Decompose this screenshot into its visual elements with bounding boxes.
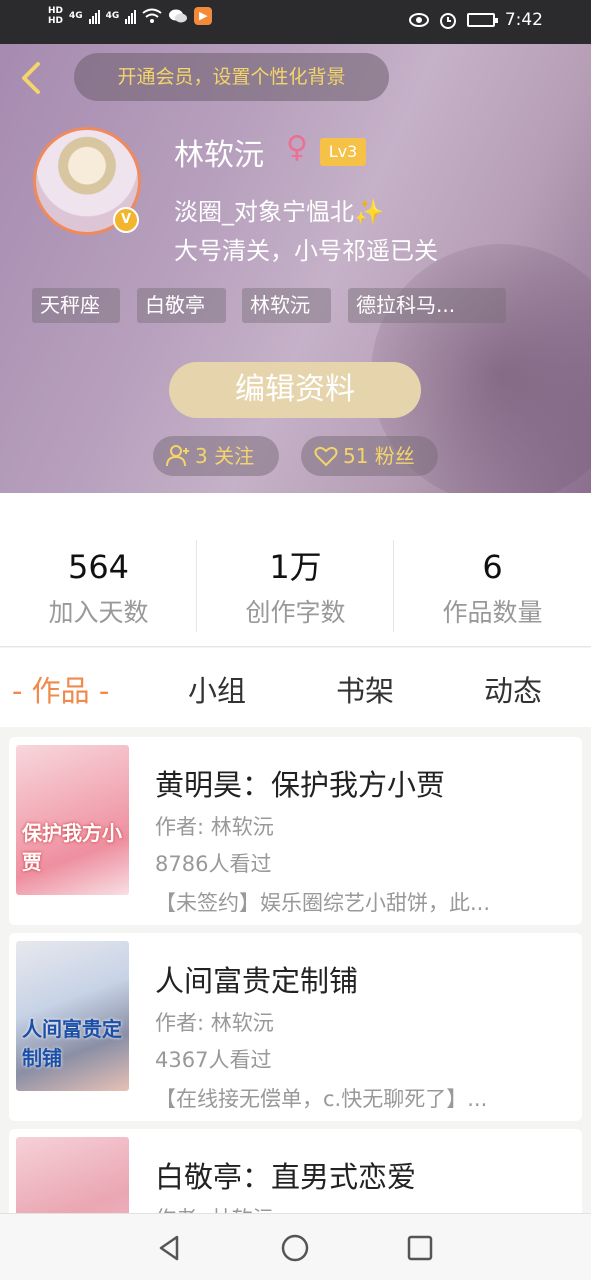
clock: 7:42: [504, 10, 543, 30]
book-description: 【未签约】娱乐圈综艺小甜饼，此...: [155, 891, 491, 915]
network-label-1: 4G: [69, 11, 83, 21]
bio-line-2: 大号清关，小号祁遥已关: [174, 237, 438, 265]
followers-count: 51 粉丝: [343, 444, 415, 468]
stat-label: 作品数量: [442, 598, 543, 627]
book-views: 8786人看过: [155, 852, 272, 876]
bio-text-1: 淡圈_对象宁愠北: [174, 198, 354, 226]
tag-item[interactable]: 白敬亭: [137, 288, 226, 323]
list-item[interactable]: 保护我方小贾 黄明昊：保护我方小贾 作者: 林软沅 8786人看过 【未签约】娱…: [9, 737, 582, 925]
stat-days: 564 加入天数: [0, 547, 197, 629]
signal-icon-1: [88, 8, 100, 24]
username: 林软沅: [174, 138, 264, 173]
stat-label: 加入天数: [48, 598, 149, 627]
following-button[interactable]: 3 关注: [153, 436, 279, 476]
tab-works[interactable]: - 作品 -: [12, 668, 109, 710]
alarm-icon: [439, 13, 456, 29]
book-title: 黄明昊：保护我方小贾: [155, 768, 446, 802]
wechat-icon: [169, 9, 188, 23]
signal-icon-2: [125, 8, 137, 24]
tag-item[interactable]: 林软沅: [242, 288, 331, 323]
status-left: HD HD 4G 4G ▶: [48, 6, 213, 26]
battery-icon: [466, 13, 498, 27]
system-nav-bar: [0, 1213, 591, 1280]
nav-recents-icon[interactable]: [403, 1231, 437, 1265]
stat-value: 1万: [269, 548, 322, 586]
nav-home-icon[interactable]: [278, 1231, 312, 1265]
stats-panel: 564 加入天数 1万 创作字数 6 作品数量: [0, 493, 591, 647]
vip-banner[interactable]: 开通会员，设置个性化背景: [74, 53, 389, 101]
following-count: 3 关注: [195, 444, 255, 468]
eye-icon: [408, 13, 429, 27]
stat-value: 6: [482, 548, 503, 586]
bio-line-1: 淡圈_对象宁愠北✨: [174, 192, 384, 227]
profile-header: 开通会员，设置个性化背景 V 林软沅 ♀ Lv3 淡圈_对象宁愠北✨ 大号清关，…: [0, 44, 591, 493]
hd-icon-1: HD: [48, 6, 64, 16]
list-item[interactable]: 人间富贵定制铺 人间富贵定制铺 作者: 林软沅 4367人看过 【在线接无偿单，…: [9, 933, 582, 1121]
book-title: 白敬亭：直男式恋爱: [155, 1160, 417, 1194]
hd-icon-2: HD: [48, 16, 64, 26]
tab-bookshelf[interactable]: 书架: [336, 668, 394, 710]
tab-bar: - 作品 - 小组 书架 动态: [0, 648, 591, 727]
book-author: 作者: 林软沅: [155, 1011, 274, 1035]
works-list: 保护我方小贾 黄明昊：保护我方小贾 作者: 林软沅 8786人看过 【未签约】娱…: [0, 727, 591, 1213]
status-right: 7:42: [408, 10, 543, 30]
level-badge: Lv3: [320, 138, 366, 166]
edit-profile-button[interactable]: 编辑资料: [169, 362, 421, 418]
tag-item[interactable]: 德拉科马...: [348, 288, 506, 323]
stat-words: 1万 创作字数: [197, 547, 394, 629]
book-cover[interactable]: [16, 1137, 129, 1213]
list-item[interactable]: 白敬亭：直男式恋爱 作者: 林软沅: [9, 1129, 582, 1213]
female-icon: ♀: [286, 130, 308, 165]
network-label-2: 4G: [105, 11, 120, 21]
stat-works: 6 作品数量: [394, 547, 591, 629]
book-author: 作者: 林软沅: [155, 1203, 274, 1213]
verified-badge-icon: V: [113, 207, 139, 233]
book-author: 作者: 林软沅: [155, 815, 274, 839]
sparkle-icon: ✨: [354, 198, 384, 226]
nav-back-icon[interactable]: [153, 1231, 187, 1265]
tab-groups[interactable]: 小组: [188, 668, 246, 710]
book-title: 人间富贵定制铺: [155, 964, 359, 998]
heart-icon: [314, 446, 338, 467]
stat-value: 564: [67, 548, 130, 586]
hd-indicators: HD HD: [48, 6, 63, 26]
cover-title: 保护我方小贾: [22, 821, 122, 874]
book-cover[interactable]: 保护我方小贾: [16, 745, 129, 895]
tab-activity[interactable]: 动态: [484, 668, 542, 710]
followers-button[interactable]: 51 粉丝: [301, 436, 438, 476]
stat-label: 创作字数: [245, 598, 346, 627]
user-icon: [166, 445, 189, 467]
back-icon[interactable]: [14, 58, 50, 98]
book-cover[interactable]: 人间富贵定制铺: [16, 941, 129, 1091]
cover-title: 人间富贵定制铺: [22, 1017, 122, 1070]
book-description: 【在线接无偿单，c.快无聊死了】...: [155, 1087, 488, 1111]
tag-item[interactable]: 天秤座: [32, 288, 120, 323]
book-views: 4367人看过: [155, 1048, 272, 1072]
wifi-icon: [142, 8, 162, 23]
app-notification-icon: ▶: [194, 7, 213, 25]
status-bar: HD HD 4G 4G ▶ 7:42: [0, 0, 591, 44]
